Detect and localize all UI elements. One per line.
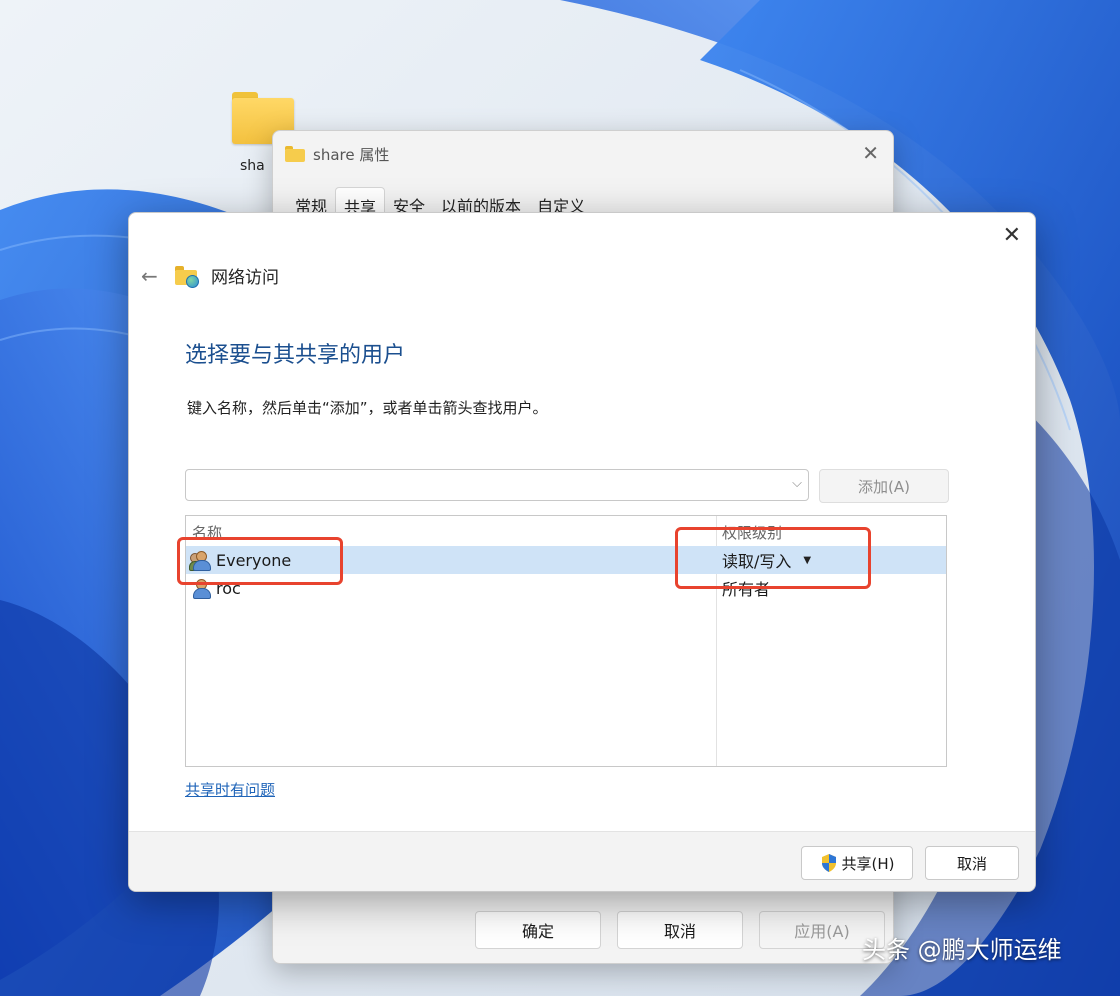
user-icon [190, 578, 212, 599]
dialog-footer: 共享(H) 取消 [129, 831, 1035, 891]
share-button-label: 共享(H) [841, 854, 895, 873]
properties-titlebar: share 属性 [285, 143, 389, 165]
chevron-down-icon[interactable]: ⌵ [792, 476, 802, 491]
dialog-title: 网络访问 [211, 268, 279, 288]
user-name-combobox[interactable]: ⌵ [185, 469, 809, 501]
properties-button-bar: 确定 取消 应用(A) [475, 911, 885, 949]
properties-cancel-button[interactable]: 取消 [617, 911, 743, 949]
dialog-header: ← 网络访问 [141, 263, 279, 289]
ok-button[interactable]: 确定 [475, 911, 601, 949]
users-list: 名称 权限级别 Everyone 读取/写入 ▼ roc 所有者 [185, 515, 947, 767]
dialog-close-button[interactable]: ✕ [1003, 223, 1021, 248]
permission-dropdown[interactable]: 读取/写入 ▼ [722, 546, 811, 574]
column-header-name[interactable]: 名称 [192, 522, 222, 543]
user-name: roc [216, 578, 241, 598]
list-header: 名称 权限级别 [186, 520, 946, 542]
share-button[interactable]: 共享(H) [801, 846, 913, 880]
network-access-dialog: ✕ ← 网络访问 选择要与其共享的用户 键入名称，然后单击“添加”，或者单击箭头… [128, 212, 1036, 892]
properties-close-button[interactable]: ✕ [862, 141, 879, 165]
user-name-input[interactable] [194, 471, 788, 501]
list-item[interactable]: Everyone 读取/写入 ▼ [186, 546, 946, 574]
uac-shield-icon [821, 854, 836, 872]
add-button[interactable]: 添加(A) [819, 469, 949, 503]
dialog-heading: 选择要与其共享的用户 [185, 343, 406, 368]
list-item[interactable]: roc 所有者 [186, 574, 946, 602]
network-folder-icon [175, 265, 199, 288]
permission-level: 读取/写入 [722, 552, 792, 571]
cancel-button[interactable]: 取消 [925, 846, 1019, 880]
watermark-text: 头条 @鹏大师运维 [862, 936, 1062, 964]
back-arrow-icon[interactable]: ← [141, 264, 161, 288]
caret-down-icon[interactable]: ▼ [803, 555, 811, 566]
user-name: Everyone [216, 550, 292, 570]
group-icon [189, 550, 212, 571]
properties-title: share 属性 [313, 145, 390, 164]
folder-icon [285, 146, 305, 162]
dialog-instruction: 键入名称，然后单击“添加”，或者单击箭头查找用户。 [187, 399, 548, 417]
watermark: 头条 @鹏大师运维 [862, 930, 1062, 965]
column-header-permission[interactable]: 权限级别 [722, 522, 782, 543]
desktop-folder-label: sha [240, 158, 265, 174]
permission-level: 所有者 [722, 580, 771, 599]
sharing-help-link[interactable]: 共享时有问题 [185, 779, 275, 800]
